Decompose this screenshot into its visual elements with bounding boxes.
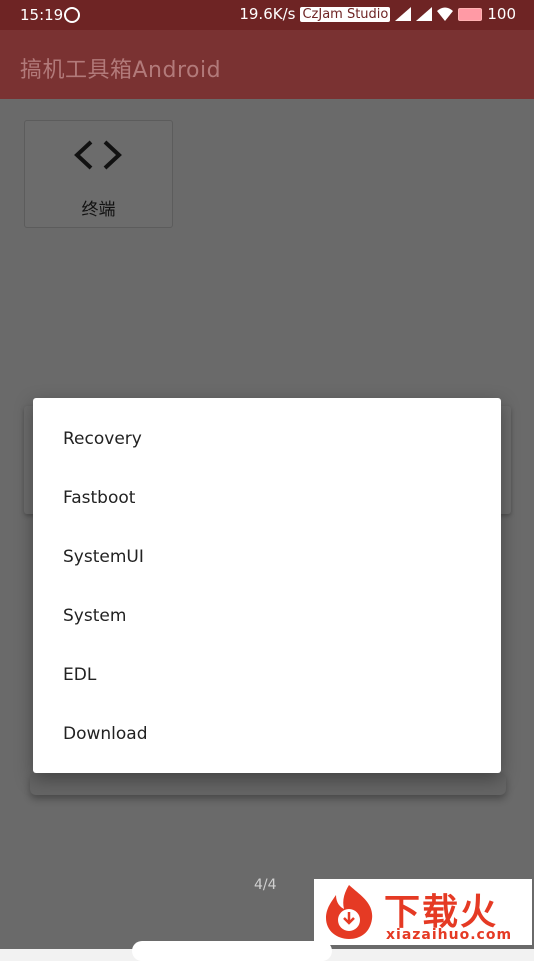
menu-item-download[interactable]: Download	[33, 704, 501, 763]
battery-level: 100	[487, 5, 516, 23]
status-time: 15:19	[20, 6, 64, 24]
wifi-icon	[437, 7, 454, 21]
watermark: 下载火 xiazaihuo.com	[314, 879, 532, 945]
terminal-tile-label: 终端	[81, 200, 116, 220]
reboot-menu-dialog: Recovery Fastboot SystemUI System EDL Do…	[33, 398, 501, 773]
status-bar: 15:19 19.6K/s CzJam Studio 100	[0, 0, 534, 30]
menu-item-fastboot[interactable]: Fastboot	[33, 468, 501, 527]
menu-item-edl[interactable]: EDL	[33, 645, 501, 704]
menu-item-label: SystemUI	[63, 547, 144, 567]
carrier-label: CzJam Studio	[300, 6, 391, 22]
terminal-tile[interactable]: 终端	[24, 120, 173, 228]
sync-icon	[64, 7, 80, 23]
menu-item-systemui[interactable]: SystemUI	[33, 527, 501, 586]
watermark-subtitle: xiazaihuo.com	[386, 927, 513, 943]
menu-item-label: Download	[63, 724, 148, 744]
menu-item-label: System	[63, 606, 127, 626]
app-bar: 搞机工具箱Android	[0, 30, 534, 99]
signal-icon	[395, 7, 412, 21]
signal-icon-2	[416, 7, 433, 21]
background-card-bottom	[30, 773, 506, 795]
network-speed: 19.6K/s	[239, 5, 296, 23]
page-indicator: 4/4	[254, 877, 277, 893]
menu-item-recovery[interactable]: Recovery	[33, 409, 501, 468]
battery-icon	[458, 7, 483, 21]
app-title: 搞机工具箱Android	[20, 58, 222, 83]
menu-item-label: Fastboot	[63, 488, 136, 508]
status-right: 19.6K/s CzJam Studio 100	[239, 5, 516, 23]
download-fire-logo	[326, 885, 373, 939]
menu-item-system[interactable]: System	[33, 586, 501, 645]
bottom-pill	[132, 941, 332, 961]
menu-item-label: Recovery	[63, 429, 142, 449]
code-brackets-icon	[74, 140, 122, 170]
menu-item-label: EDL	[63, 665, 97, 685]
